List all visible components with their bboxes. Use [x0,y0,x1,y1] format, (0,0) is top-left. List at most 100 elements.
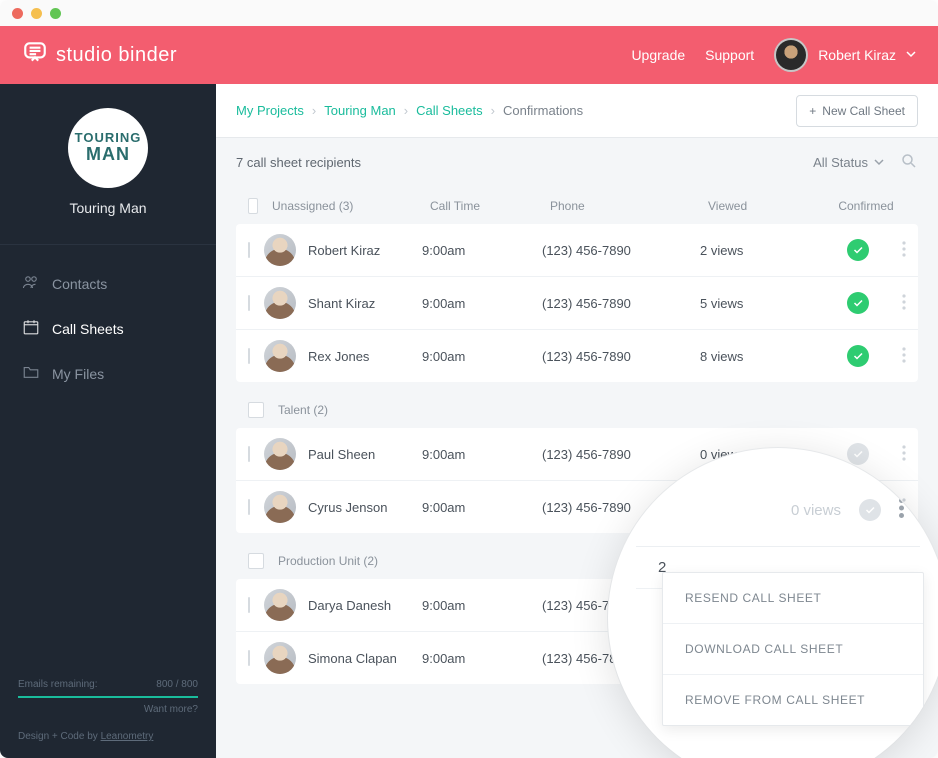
window-minimize-dot[interactable] [31,8,42,19]
window-maximize-dot[interactable] [50,8,61,19]
col-phone: Phone [550,199,708,213]
avatar [264,340,296,372]
row-group: Robert Kiraz9:00am(123) 456-78902 viewsS… [236,224,918,382]
row-checkbox[interactable] [248,597,250,613]
contacts-icon [22,273,40,294]
avatar [264,642,296,674]
call-time: 9:00am [422,447,542,462]
group-header: Talent (2) [236,390,918,428]
menu-download[interactable]: DOWNLOAD CALL SHEET [663,624,923,675]
avatar [264,438,296,470]
credit-link[interactable]: Leanometry [101,731,154,742]
sidebar: TOURING MAN Touring Man Contacts Call Sh… [0,84,216,758]
row-actions-icon[interactable] [898,347,910,366]
confirmed-cell [818,345,898,367]
confirmed-cell [818,292,898,314]
app-header: studio binder Upgrade Support Robert Kir… [0,26,938,84]
check-icon [847,292,869,314]
detail-zoom-callout: 0 views 2 RESEND CALL SHEET DOWNLOAD CAL… [608,448,938,758]
project-logo[interactable]: TOURING MAN [68,108,148,188]
group-checkbox[interactable] [248,402,264,418]
project-block: TOURING MAN Touring Man [0,84,216,234]
row-checkbox[interactable] [248,242,250,258]
row-actions-icon[interactable] [898,294,910,313]
col-call-time: Call Time [430,199,550,213]
emails-progress-bar [18,696,198,698]
row-actions-icon[interactable] [898,241,910,260]
sidebar-item-contacts[interactable]: Contacts [0,261,216,306]
row-checkbox[interactable] [248,650,250,666]
recipient-name: Paul Sheen [308,447,422,462]
views-count: 2 views [700,243,818,258]
crumb-call-sheets[interactable]: Call Sheets [416,103,482,118]
chevron-down-icon [874,155,884,170]
new-call-sheet-button[interactable]: + New Call Sheet [796,95,918,127]
folder-icon [22,363,40,384]
chevron-down-icon [906,46,916,64]
brand-logo[interactable]: studio binder [22,39,177,71]
window-close-dot[interactable] [12,8,23,19]
call-time: 9:00am [422,349,542,364]
chevron-right-icon: › [404,103,408,118]
avatar [264,491,296,523]
row-actions-menu: RESEND CALL SHEET DOWNLOAD CALL SHEET RE… [662,572,924,726]
group-title: Production Unit (2) [278,554,436,568]
plus-icon: + [809,104,816,118]
row-checkbox[interactable] [248,348,250,364]
crumb-current: Confirmations [503,103,583,118]
avatar [264,589,296,621]
check-icon [847,345,869,367]
group-title: Unassigned (3) [272,199,430,213]
sidebar-footer: Emails remaining: 800 / 800 Want more? D… [0,667,216,758]
emails-remaining-value: 800 / 800 [156,679,198,690]
row-checkbox[interactable] [248,446,250,462]
views-count: 5 views [700,296,818,311]
recipient-name: Robert Kiraz [308,243,422,258]
upgrade-link[interactable]: Upgrade [631,47,685,63]
recipient-row[interactable]: Rex Jones9:00am(123) 456-78908 views [236,330,918,382]
search-icon[interactable] [900,152,918,173]
user-name-label: Robert Kiraz [818,47,896,63]
row-actions-icon[interactable] [899,498,904,522]
recipient-name: Rex Jones [308,349,422,364]
status-filter-dropdown[interactable]: All Status [813,155,884,170]
sidebar-item-my-files[interactable]: My Files [0,351,216,396]
group-header: Unassigned (3)Call TimePhoneViewedConfir… [236,186,918,224]
call-time: 9:00am [422,500,542,515]
app-window: studio binder Upgrade Support Robert Kir… [0,0,938,758]
call-time: 9:00am [422,243,542,258]
row-checkbox[interactable] [248,499,250,515]
sidebar-nav: Contacts Call Sheets My Files [0,251,216,406]
topbar: My Projects › Touring Man › Call Sheets … [216,84,938,138]
breadcrumbs: My Projects › Touring Man › Call Sheets … [236,103,583,118]
confirm-badge-pending [859,499,881,521]
divider [0,244,216,245]
recipient-row[interactable]: Shant Kiraz9:00am(123) 456-78905 views [236,277,918,330]
col-viewed: Viewed [708,199,826,213]
menu-remove[interactable]: REMOVE FROM CALL SHEET [663,675,923,725]
chat-icon [22,39,48,71]
phone-number: (123) 456-7890 [542,243,700,258]
recipient-name: Simona Clapan [308,651,422,666]
confirmed-cell [818,239,898,261]
call-time: 9:00am [422,598,542,613]
project-name: Touring Man [0,200,216,216]
user-menu[interactable]: Robert Kiraz [774,38,916,72]
recipient-name: Cyrus Jenson [308,500,422,515]
sidebar-item-call-sheets[interactable]: Call Sheets [0,306,216,351]
crumb-project[interactable]: Touring Man [324,103,396,118]
group-checkbox[interactable] [248,198,258,214]
row-checkbox[interactable] [248,295,250,311]
want-more-link[interactable]: Want more? [18,704,198,715]
menu-resend[interactable]: RESEND CALL SHEET [663,573,923,624]
window-titlebar [0,0,938,26]
check-icon [847,239,869,261]
toolbar: 7 call sheet recipients All Status [216,138,938,186]
support-link[interactable]: Support [705,47,754,63]
recipient-row[interactable]: Robert Kiraz9:00am(123) 456-78902 views [236,224,918,277]
avatar [264,234,296,266]
recipient-name: Shant Kiraz [308,296,422,311]
chevron-right-icon: › [491,103,495,118]
crumb-my-projects[interactable]: My Projects [236,103,304,118]
group-checkbox[interactable] [248,553,264,569]
